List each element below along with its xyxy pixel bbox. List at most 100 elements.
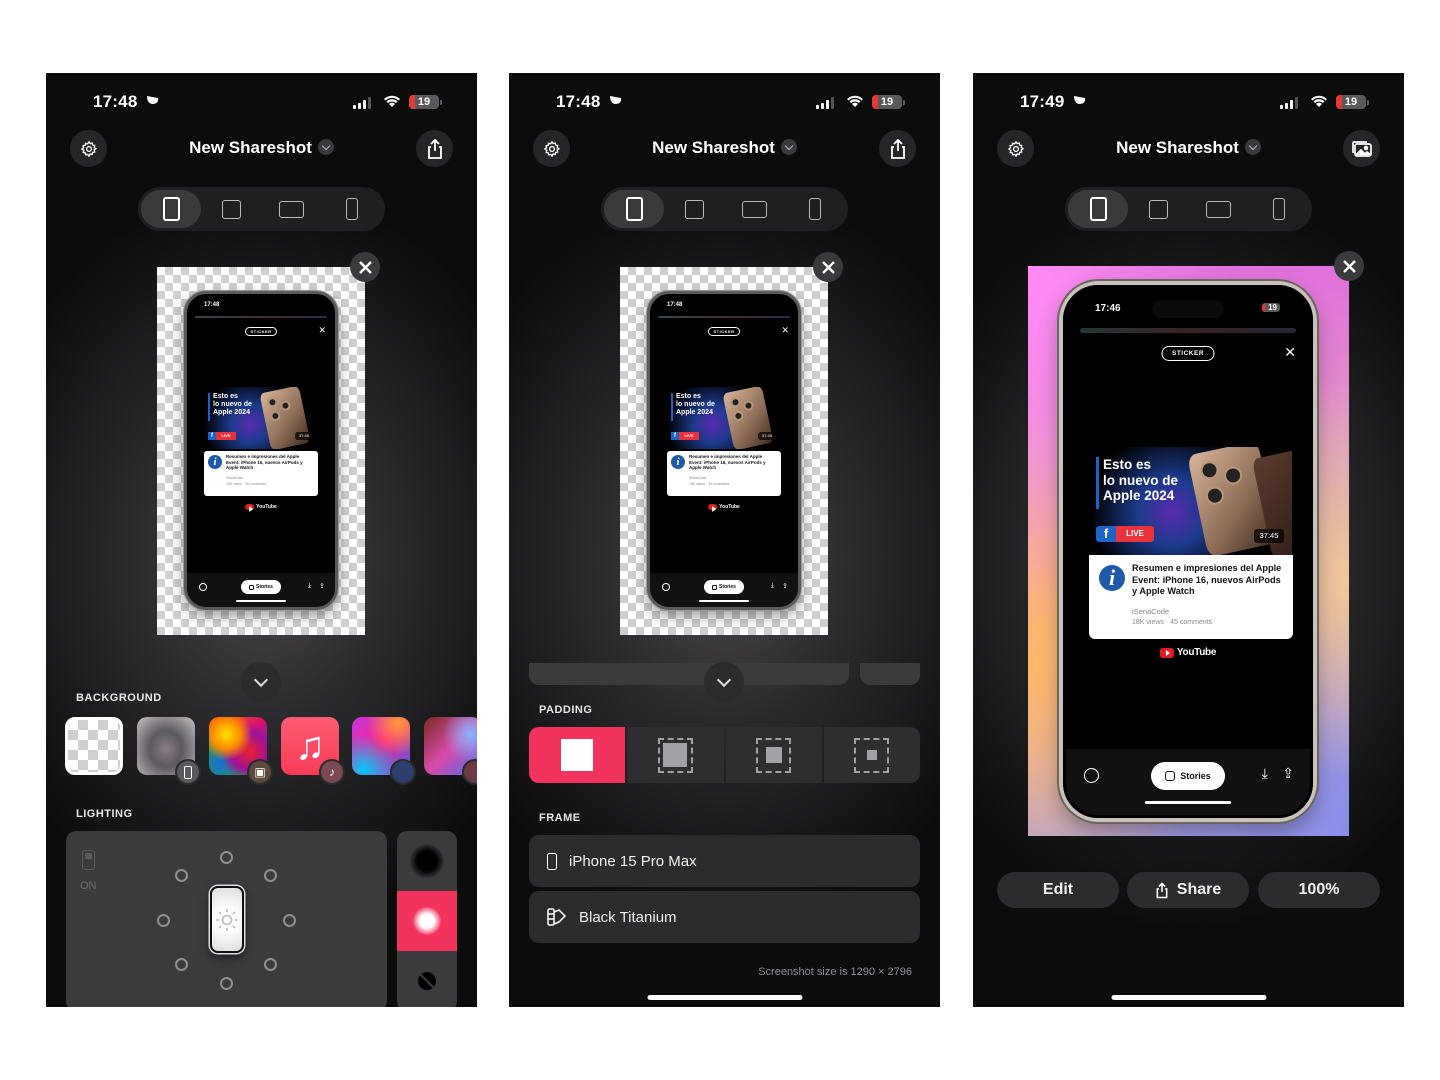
banner-title: Esto es lo nuevo de Apple 2024 bbox=[1103, 457, 1179, 504]
aspect-device[interactable] bbox=[785, 190, 845, 228]
edit-button[interactable]: Edit bbox=[997, 872, 1119, 908]
light-position-bottom-left[interactable] bbox=[175, 958, 188, 971]
phone-status-time: 17:48 bbox=[204, 302, 220, 308]
padding-section-label: PADDING bbox=[539, 704, 593, 716]
collapse-panel-button[interactable] bbox=[241, 662, 281, 702]
landscape-icon bbox=[279, 200, 305, 218]
light-source-handle[interactable] bbox=[210, 886, 244, 953]
no-light-icon bbox=[418, 972, 436, 990]
landscape-icon bbox=[1206, 200, 1232, 218]
stories-button: Stories bbox=[241, 580, 281, 594]
lighting-style-shadow[interactable] bbox=[397, 831, 457, 891]
photos-button[interactable] bbox=[1343, 130, 1380, 167]
chevron-down-icon bbox=[780, 139, 797, 155]
light-position-top-left[interactable] bbox=[175, 869, 188, 882]
phone-icon bbox=[175, 759, 201, 785]
banner-title: Esto es lo nuevo de Apple 2024 bbox=[676, 393, 715, 417]
export-button[interactable] bbox=[879, 130, 916, 167]
close-icon bbox=[358, 260, 372, 274]
background-option-music[interactable]: ♫ ♪ bbox=[281, 717, 345, 785]
document-title-menu[interactable]: New Shareshot bbox=[973, 138, 1404, 158]
portrait-icon bbox=[1089, 197, 1107, 221]
cellular-signal-icon bbox=[353, 97, 371, 109]
background-option-gradient-1[interactable] bbox=[352, 717, 416, 785]
lighting-style-glow[interactable] bbox=[397, 891, 457, 951]
light-position-right[interactable] bbox=[283, 914, 296, 927]
light-position-bottom-right[interactable] bbox=[264, 958, 277, 971]
device-frame: 17:48 STICKER ✕ Esto es lo nuevo de Apple … bbox=[647, 291, 801, 610]
apple-icon bbox=[390, 759, 416, 785]
lighting-style-none[interactable] bbox=[397, 951, 457, 1007]
home-indicator bbox=[1145, 801, 1231, 804]
toggle-switch-icon[interactable] bbox=[82, 850, 95, 870]
remove-screenshot-button[interactable] bbox=[1334, 251, 1364, 281]
aspect-device[interactable] bbox=[322, 190, 382, 228]
lighting-direction-pad[interactable]: ON bbox=[66, 831, 387, 1007]
device-frame: 17:48 STICKER ✕ Esto es lo nuevo de Apple … bbox=[184, 291, 338, 610]
background-option-transparent[interactable] bbox=[65, 717, 123, 775]
zoom-level-button[interactable]: 100% bbox=[1258, 872, 1380, 908]
padding-option-large[interactable] bbox=[823, 727, 920, 783]
export-button[interactable] bbox=[416, 130, 453, 167]
aspect-square[interactable] bbox=[1128, 190, 1188, 228]
aspect-landscape[interactable] bbox=[725, 190, 785, 228]
top-bar: New Shareshot bbox=[509, 130, 940, 170]
frame-device-selector[interactable]: iPhone 15 Pro Max bbox=[529, 835, 920, 887]
image-icon: ▣ bbox=[247, 759, 273, 785]
background-option-photo[interactable]: ▣ bbox=[209, 717, 273, 785]
document-title: New Shareshot bbox=[1116, 138, 1239, 157]
remove-screenshot-button[interactable] bbox=[350, 252, 380, 282]
frame-color-selector[interactable]: Black Titanium bbox=[529, 891, 920, 943]
battery-indicator: 19 bbox=[409, 95, 439, 109]
sun-icon bbox=[216, 908, 238, 931]
frame-section-label: FRAME bbox=[539, 812, 581, 824]
phone-battery: 19 bbox=[1262, 303, 1280, 312]
padding-option-medium[interactable] bbox=[725, 727, 822, 783]
document-title-menu[interactable]: New Shareshot bbox=[46, 138, 477, 158]
landscape-icon bbox=[742, 200, 768, 218]
light-position-top-right[interactable] bbox=[264, 869, 277, 882]
aspect-portrait[interactable] bbox=[604, 190, 665, 228]
device-frame: 17:46 19 STICKER ✕ Esto es lo nuevo de App… bbox=[1059, 281, 1317, 822]
background-option-gradient-2[interactable] bbox=[424, 717, 477, 785]
music-icon: ♪ bbox=[319, 759, 345, 785]
lighting-section-label: LIGHTING bbox=[76, 808, 133, 820]
remove-screenshot-button[interactable] bbox=[813, 252, 843, 282]
phone-icon bbox=[345, 198, 358, 220]
aspect-ratio-selector bbox=[601, 187, 848, 231]
light-position-bottom[interactable] bbox=[220, 977, 233, 990]
home-indicator bbox=[647, 995, 802, 1000]
light-position-left[interactable] bbox=[157, 914, 170, 927]
share-button[interactable]: Share bbox=[1127, 872, 1249, 908]
phone-icon bbox=[1272, 198, 1285, 220]
apple-icon bbox=[462, 759, 477, 785]
aspect-square[interactable] bbox=[201, 190, 261, 228]
sleep-focus-icon bbox=[610, 96, 622, 104]
video-banner: Esto es lo nuevo de Apple 2024 f LIVE 37:4… bbox=[1092, 447, 1292, 555]
dynamic-island bbox=[1152, 300, 1224, 318]
video-card: i Resumen e impresiones del Apple Event:… bbox=[1089, 555, 1293, 639]
aspect-portrait[interactable] bbox=[141, 190, 202, 228]
aspect-landscape[interactable] bbox=[262, 190, 322, 228]
battery-tip bbox=[1367, 100, 1369, 105]
padding-large-icon bbox=[854, 737, 890, 773]
close-icon bbox=[821, 260, 835, 274]
aspect-portrait[interactable] bbox=[1068, 190, 1129, 228]
aspect-square[interactable] bbox=[664, 190, 724, 228]
light-position-top[interactable] bbox=[220, 851, 233, 864]
home-indicator bbox=[699, 600, 749, 602]
cellular-signal-icon bbox=[1280, 97, 1298, 109]
aspect-device[interactable] bbox=[1249, 190, 1309, 228]
background-option-blurred[interactable] bbox=[137, 717, 201, 785]
screen-padding-frame: 17:48 19 New Shareshot 17:48 STICKER ✕ E… bbox=[509, 73, 940, 1007]
padding-option-small[interactable] bbox=[627, 727, 724, 783]
scrolled-panel-edge bbox=[860, 663, 920, 685]
collapse-panel-button[interactable] bbox=[704, 662, 744, 702]
lighting-style-selector bbox=[397, 831, 457, 1007]
status-time: 17:48 bbox=[556, 92, 601, 111]
home-indicator bbox=[236, 600, 286, 602]
aspect-landscape[interactable] bbox=[1189, 190, 1249, 228]
shadow-icon bbox=[410, 844, 444, 878]
document-title-menu[interactable]: New Shareshot bbox=[509, 138, 940, 158]
padding-option-none[interactable] bbox=[529, 727, 626, 783]
